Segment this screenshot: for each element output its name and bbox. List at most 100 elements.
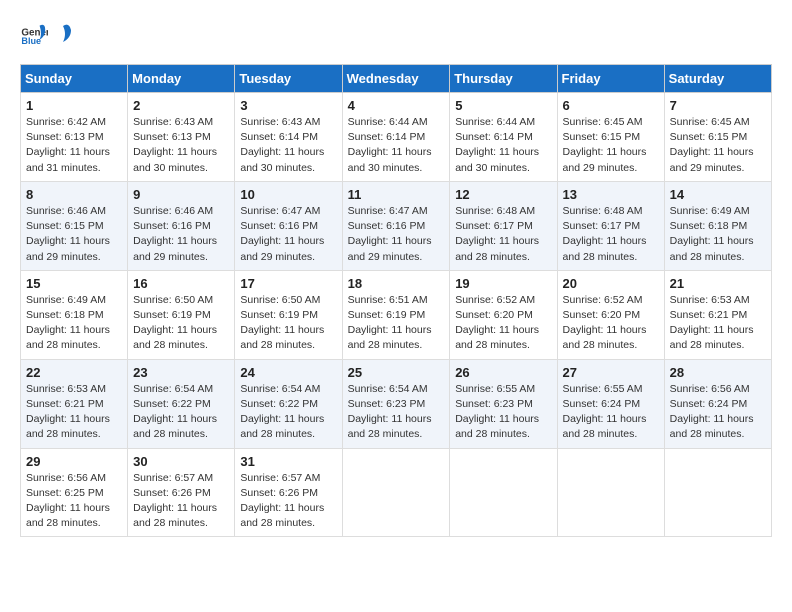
page-header: General Blue — [20, 20, 772, 48]
calendar-table: SundayMondayTuesdayWednesdayThursdayFrid… — [20, 64, 772, 537]
day-info: Sunrise: 6:56 AMSunset: 6:25 PMDaylight:… — [26, 471, 122, 532]
day-number: 5 — [455, 98, 551, 113]
day-number: 7 — [670, 98, 766, 113]
day-info: Sunrise: 6:57 AMSunset: 6:26 PMDaylight:… — [240, 471, 336, 532]
day-info: Sunrise: 6:50 AMSunset: 6:19 PMDaylight:… — [133, 293, 229, 354]
calendar-cell: 1 Sunrise: 6:42 AMSunset: 6:13 PMDayligh… — [21, 93, 128, 182]
calendar-cell: 28 Sunrise: 6:56 AMSunset: 6:24 PMDaylig… — [664, 359, 771, 448]
day-number: 31 — [240, 454, 336, 469]
day-info: Sunrise: 6:43 AMSunset: 6:14 PMDaylight:… — [240, 115, 336, 176]
day-info: Sunrise: 6:42 AMSunset: 6:13 PMDaylight:… — [26, 115, 122, 176]
calendar-cell: 14 Sunrise: 6:49 AMSunset: 6:18 PMDaylig… — [664, 181, 771, 270]
day-info: Sunrise: 6:54 AMSunset: 6:22 PMDaylight:… — [133, 382, 229, 443]
calendar-cell: 30 Sunrise: 6:57 AMSunset: 6:26 PMDaylig… — [128, 448, 235, 537]
calendar-cell: 22 Sunrise: 6:53 AMSunset: 6:21 PMDaylig… — [21, 359, 128, 448]
day-number: 17 — [240, 276, 336, 291]
day-number: 29 — [26, 454, 122, 469]
calendar-cell: 17 Sunrise: 6:50 AMSunset: 6:19 PMDaylig… — [235, 270, 342, 359]
day-info: Sunrise: 6:55 AMSunset: 6:23 PMDaylight:… — [455, 382, 551, 443]
day-number: 25 — [348, 365, 445, 380]
day-info: Sunrise: 6:43 AMSunset: 6:13 PMDaylight:… — [133, 115, 229, 176]
day-info: Sunrise: 6:56 AMSunset: 6:24 PMDaylight:… — [670, 382, 766, 443]
calendar-cell — [557, 448, 664, 537]
calendar-cell: 9 Sunrise: 6:46 AMSunset: 6:16 PMDayligh… — [128, 181, 235, 270]
day-info: Sunrise: 6:44 AMSunset: 6:14 PMDaylight:… — [348, 115, 445, 176]
day-number: 4 — [348, 98, 445, 113]
calendar-cell: 6 Sunrise: 6:45 AMSunset: 6:15 PMDayligh… — [557, 93, 664, 182]
day-info: Sunrise: 6:46 AMSunset: 6:16 PMDaylight:… — [133, 204, 229, 265]
day-info: Sunrise: 6:48 AMSunset: 6:17 PMDaylight:… — [563, 204, 659, 265]
calendar-cell — [342, 448, 450, 537]
calendar-cell: 11 Sunrise: 6:47 AMSunset: 6:16 PMDaylig… — [342, 181, 450, 270]
day-info: Sunrise: 6:45 AMSunset: 6:15 PMDaylight:… — [670, 115, 766, 176]
day-info: Sunrise: 6:52 AMSunset: 6:20 PMDaylight:… — [455, 293, 551, 354]
calendar-cell: 5 Sunrise: 6:44 AMSunset: 6:14 PMDayligh… — [450, 93, 557, 182]
day-info: Sunrise: 6:53 AMSunset: 6:21 PMDaylight:… — [26, 382, 122, 443]
calendar-cell: 24 Sunrise: 6:54 AMSunset: 6:22 PMDaylig… — [235, 359, 342, 448]
logo-bird-icon — [53, 22, 73, 46]
day-info: Sunrise: 6:45 AMSunset: 6:15 PMDaylight:… — [563, 115, 659, 176]
day-info: Sunrise: 6:49 AMSunset: 6:18 PMDaylight:… — [670, 204, 766, 265]
day-info: Sunrise: 6:54 AMSunset: 6:22 PMDaylight:… — [240, 382, 336, 443]
day-number: 13 — [563, 187, 659, 202]
day-number: 21 — [670, 276, 766, 291]
calendar-cell: 27 Sunrise: 6:55 AMSunset: 6:24 PMDaylig… — [557, 359, 664, 448]
day-info: Sunrise: 6:44 AMSunset: 6:14 PMDaylight:… — [455, 115, 551, 176]
day-number: 16 — [133, 276, 229, 291]
calendar-cell: 16 Sunrise: 6:50 AMSunset: 6:19 PMDaylig… — [128, 270, 235, 359]
day-info: Sunrise: 6:47 AMSunset: 6:16 PMDaylight:… — [348, 204, 445, 265]
day-info: Sunrise: 6:55 AMSunset: 6:24 PMDaylight:… — [563, 382, 659, 443]
day-number: 6 — [563, 98, 659, 113]
day-info: Sunrise: 6:48 AMSunset: 6:17 PMDaylight:… — [455, 204, 551, 265]
day-number: 2 — [133, 98, 229, 113]
logo-icon: General Blue — [20, 20, 48, 48]
day-number: 28 — [670, 365, 766, 380]
day-number: 12 — [455, 187, 551, 202]
calendar-cell: 26 Sunrise: 6:55 AMSunset: 6:23 PMDaylig… — [450, 359, 557, 448]
day-number: 14 — [670, 187, 766, 202]
day-info: Sunrise: 6:53 AMSunset: 6:21 PMDaylight:… — [670, 293, 766, 354]
day-number: 30 — [133, 454, 229, 469]
calendar-cell: 19 Sunrise: 6:52 AMSunset: 6:20 PMDaylig… — [450, 270, 557, 359]
day-info: Sunrise: 6:54 AMSunset: 6:23 PMDaylight:… — [348, 382, 445, 443]
day-number: 11 — [348, 187, 445, 202]
calendar-cell: 15 Sunrise: 6:49 AMSunset: 6:18 PMDaylig… — [21, 270, 128, 359]
day-number: 1 — [26, 98, 122, 113]
day-number: 26 — [455, 365, 551, 380]
calendar-cell: 31 Sunrise: 6:57 AMSunset: 6:26 PMDaylig… — [235, 448, 342, 537]
calendar-cell: 23 Sunrise: 6:54 AMSunset: 6:22 PMDaylig… — [128, 359, 235, 448]
day-info: Sunrise: 6:47 AMSunset: 6:16 PMDaylight:… — [240, 204, 336, 265]
calendar-cell: 3 Sunrise: 6:43 AMSunset: 6:14 PMDayligh… — [235, 93, 342, 182]
col-header-sunday: Sunday — [21, 65, 128, 93]
day-info: Sunrise: 6:51 AMSunset: 6:19 PMDaylight:… — [348, 293, 445, 354]
day-number: 8 — [26, 187, 122, 202]
calendar-cell: 21 Sunrise: 6:53 AMSunset: 6:21 PMDaylig… — [664, 270, 771, 359]
logo: General Blue — [20, 20, 74, 48]
day-number: 9 — [133, 187, 229, 202]
day-info: Sunrise: 6:57 AMSunset: 6:26 PMDaylight:… — [133, 471, 229, 532]
day-number: 24 — [240, 365, 336, 380]
calendar-cell: 10 Sunrise: 6:47 AMSunset: 6:16 PMDaylig… — [235, 181, 342, 270]
day-number: 23 — [133, 365, 229, 380]
day-number: 22 — [26, 365, 122, 380]
col-header-saturday: Saturday — [664, 65, 771, 93]
calendar-cell: 7 Sunrise: 6:45 AMSunset: 6:15 PMDayligh… — [664, 93, 771, 182]
day-number: 15 — [26, 276, 122, 291]
calendar-cell: 12 Sunrise: 6:48 AMSunset: 6:17 PMDaylig… — [450, 181, 557, 270]
day-info: Sunrise: 6:49 AMSunset: 6:18 PMDaylight:… — [26, 293, 122, 354]
day-number: 10 — [240, 187, 336, 202]
day-info: Sunrise: 6:50 AMSunset: 6:19 PMDaylight:… — [240, 293, 336, 354]
day-number: 3 — [240, 98, 336, 113]
day-info: Sunrise: 6:52 AMSunset: 6:20 PMDaylight:… — [563, 293, 659, 354]
calendar-cell — [664, 448, 771, 537]
col-header-friday: Friday — [557, 65, 664, 93]
calendar-cell: 18 Sunrise: 6:51 AMSunset: 6:19 PMDaylig… — [342, 270, 450, 359]
day-number: 27 — [563, 365, 659, 380]
svg-text:Blue: Blue — [21, 36, 41, 46]
col-header-wednesday: Wednesday — [342, 65, 450, 93]
calendar-cell: 29 Sunrise: 6:56 AMSunset: 6:25 PMDaylig… — [21, 448, 128, 537]
calendar-cell: 13 Sunrise: 6:48 AMSunset: 6:17 PMDaylig… — [557, 181, 664, 270]
col-header-tuesday: Tuesday — [235, 65, 342, 93]
day-number: 18 — [348, 276, 445, 291]
calendar-cell: 8 Sunrise: 6:46 AMSunset: 6:15 PMDayligh… — [21, 181, 128, 270]
